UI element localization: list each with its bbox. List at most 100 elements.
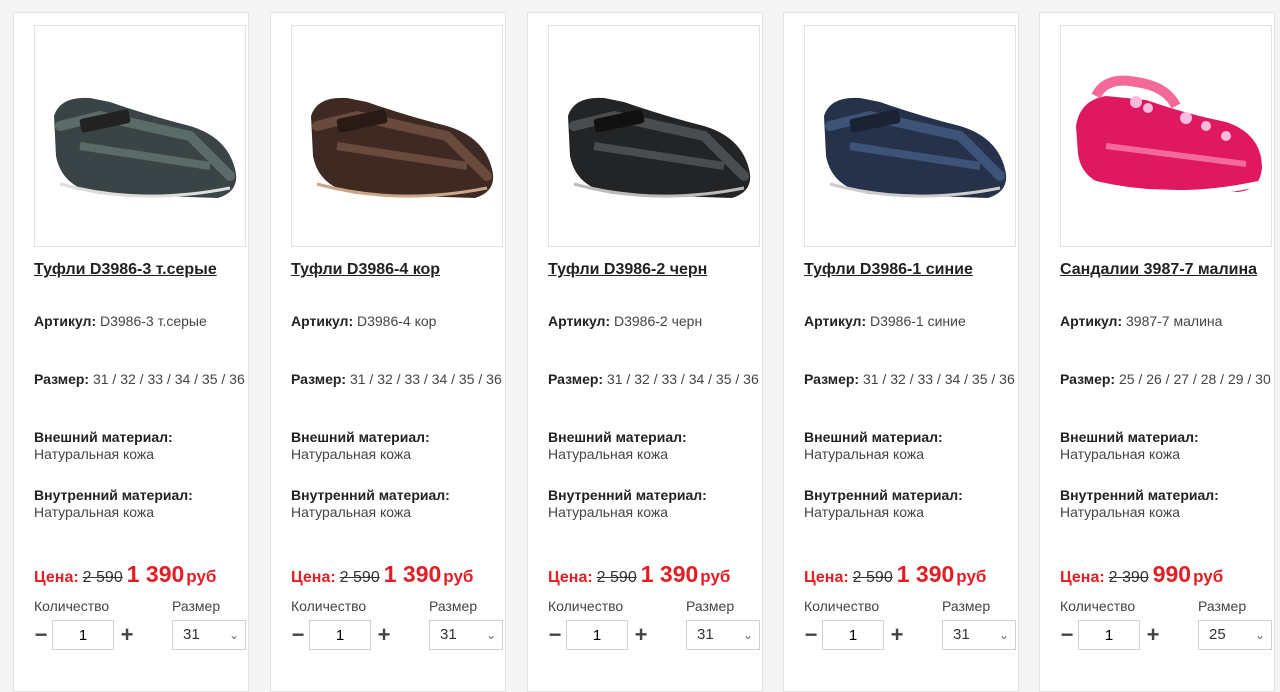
size-select-label: Размер — [172, 598, 221, 614]
price-label: Цена: — [34, 569, 79, 586]
decrement-button[interactable]: − — [803, 624, 819, 646]
article-row: Артикул: D3986-4 кор — [291, 313, 503, 330]
new-price: 1 390 — [896, 561, 955, 587]
increment-button[interactable]: + — [888, 624, 906, 646]
currency: руб — [1193, 567, 1224, 586]
old-price: 2 390 — [1108, 569, 1149, 586]
sizes-row: Размер: 31 / 32 / 33 / 34 / 35 / 36 — [548, 371, 760, 388]
decrement-button[interactable]: − — [33, 624, 49, 646]
price-label: Цена: — [804, 569, 849, 586]
outer-material-row: Внешний материал: Натуральная кожа — [804, 429, 1016, 463]
product-image[interactable] — [548, 25, 760, 247]
currency: руб — [700, 567, 731, 586]
inner-material-value: Натуральная кожа — [34, 504, 155, 520]
shoe-icon — [311, 97, 494, 198]
sizes-value: 31 / 32 / 33 / 34 / 35 / 36 — [606, 371, 759, 387]
size-select[interactable]: 31 ⌄ — [942, 620, 1016, 650]
new-price: 990 — [1152, 561, 1192, 587]
sizes-label: Размер: — [34, 371, 90, 387]
price-row: Цена: 2 590 1 390 руб — [804, 561, 986, 588]
outer-material-value: Натуральная кожа — [1060, 446, 1181, 462]
product-title[interactable]: Туфли D3986-2 черн — [548, 261, 788, 279]
sizes-value: 31 / 32 / 33 / 34 / 35 / 36 — [92, 371, 245, 387]
quantity-label: Количество — [548, 598, 624, 614]
inner-material-value: Натуральная кожа — [804, 504, 925, 520]
quantity-input[interactable] — [1078, 620, 1140, 650]
article-row: Артикул: D3986-3 т.серые — [34, 313, 246, 330]
product-image[interactable] — [291, 25, 503, 247]
sizes-value: 31 / 32 / 33 / 34 / 35 / 36 — [862, 371, 1015, 387]
article-value: 3987-7 малина — [1126, 313, 1223, 329]
article-label: Артикул: — [34, 313, 97, 329]
inner-material-label: Внутренний материал: — [548, 487, 707, 503]
old-price: 2 590 — [852, 569, 893, 586]
sizes-label: Размер: — [804, 371, 860, 387]
decrement-button[interactable]: − — [1059, 624, 1075, 646]
size-select-label: Размер — [429, 598, 478, 614]
size-select[interactable]: 31 ⌄ — [429, 620, 503, 650]
quantity-input[interactable] — [309, 620, 371, 650]
sizes-label: Размер: — [548, 371, 604, 387]
chevron-down-icon: ⌄ — [485, 628, 496, 642]
inner-material-row: Внутренний материал: Натуральная кожа — [291, 487, 503, 521]
quantity-input[interactable] — [52, 620, 114, 650]
product-title[interactable]: Туфли D3986-4 кор — [291, 261, 531, 279]
article-value: D3986-1 синие — [870, 313, 966, 329]
quantity-input[interactable] — [822, 620, 884, 650]
new-price: 1 390 — [383, 561, 442, 587]
size-select[interactable]: 31 ⌄ — [686, 620, 760, 650]
product-title[interactable]: Сандалии 3987-7 малина — [1060, 261, 1280, 279]
article-label: Артикул: — [804, 313, 867, 329]
sizes-row: Размер: 31 / 32 / 33 / 34 / 35 / 36 — [291, 371, 503, 388]
article-value: D3986-2 черн — [614, 313, 703, 329]
price-row: Цена: 2 590 1 390 руб — [34, 561, 216, 588]
article-row: Артикул: D3986-2 черн — [548, 313, 760, 330]
outer-material-value: Натуральная кожа — [34, 446, 155, 462]
size-select[interactable]: 31 ⌄ — [172, 620, 246, 650]
price-row: Цена: 2 590 1 390 руб — [291, 561, 473, 588]
inner-material-label: Внутренний материал: — [804, 487, 963, 503]
sizes-row: Размер: 31 / 32 / 33 / 34 / 35 / 36 — [34, 371, 246, 388]
outer-material-label: Внешний материал: — [804, 429, 943, 445]
increment-button[interactable]: + — [375, 624, 393, 646]
article-row: Артикул: 3987-7 малина — [1060, 313, 1272, 330]
decrement-button[interactable]: − — [290, 624, 306, 646]
sizes-label: Размер: — [291, 371, 347, 387]
inner-material-label: Внутренний материал: — [1060, 487, 1219, 503]
sandal-icon — [1076, 75, 1262, 197]
size-select-value: 31 — [183, 626, 200, 643]
size-select-label: Размер — [942, 598, 991, 614]
increment-button[interactable]: + — [1144, 624, 1162, 646]
outer-material-value: Натуральная кожа — [548, 446, 669, 462]
outer-material-row: Внешний материал: Натуральная кожа — [34, 429, 246, 463]
shoe-icon — [568, 97, 751, 198]
chevron-down-icon: ⌄ — [742, 628, 753, 642]
shoe-icon — [54, 97, 237, 198]
increment-button[interactable]: + — [632, 624, 650, 646]
article-label: Артикул: — [1060, 313, 1123, 329]
product-image[interactable] — [1060, 25, 1272, 247]
inner-material-label: Внутренний материал: — [34, 487, 193, 503]
article-label: Артикул: — [548, 313, 611, 329]
product-card: Туфли D3986-3 т.серые Артикул: D3986-3 т… — [13, 12, 249, 692]
product-image[interactable] — [34, 25, 246, 247]
sizes-value: 31 / 32 / 33 / 34 / 35 / 36 — [349, 371, 502, 387]
price-label: Цена: — [548, 569, 593, 586]
old-price: 2 590 — [339, 569, 380, 586]
article-value: D3986-3 т.серые — [100, 313, 207, 329]
quantity-label: Количество — [34, 598, 110, 614]
quantity-input[interactable] — [566, 620, 628, 650]
product-image[interactable] — [804, 25, 1016, 247]
sizes-row: Размер: 31 / 32 / 33 / 34 / 35 / 36 — [804, 371, 1016, 388]
price-row: Цена: 2 390 990 руб — [1060, 561, 1223, 588]
product-title[interactable]: Туфли D3986-1 синие — [804, 261, 1044, 279]
decrement-button[interactable]: − — [547, 624, 563, 646]
sizes-value: 25 / 26 / 27 / 28 / 29 / 30 — [1118, 371, 1271, 387]
size-select-label: Размер — [1198, 598, 1247, 614]
product-title[interactable]: Туфли D3986-3 т.серые — [34, 261, 274, 279]
price-label: Цена: — [291, 569, 336, 586]
increment-button[interactable]: + — [118, 624, 136, 646]
size-select[interactable]: 25 ⌄ — [1198, 620, 1272, 650]
inner-material-value: Натуральная кожа — [548, 504, 669, 520]
sizes-label: Размер: — [1060, 371, 1116, 387]
